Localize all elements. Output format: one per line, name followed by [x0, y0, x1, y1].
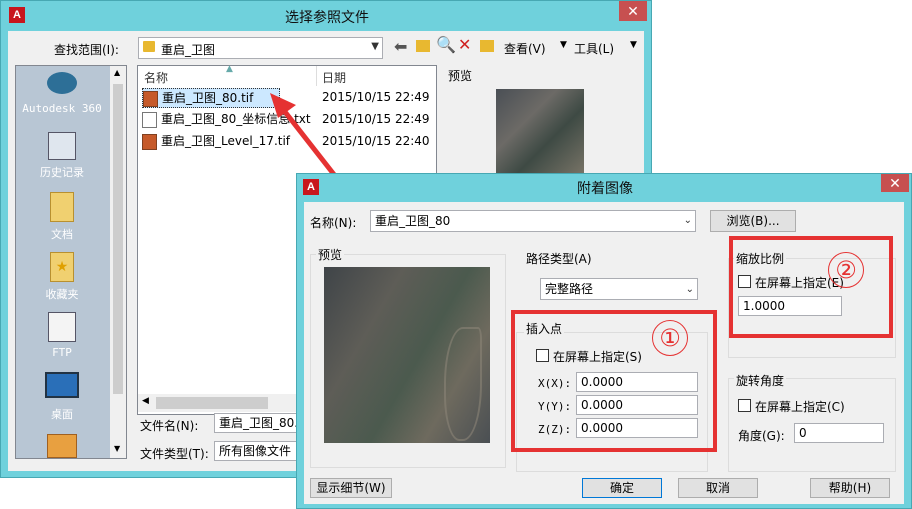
- dialog-title: 附着图像: [577, 181, 633, 197]
- name-label: 名称(N):: [310, 216, 357, 230]
- path-type-label: 路径类型(A): [526, 252, 592, 266]
- name-value: 重启_卫图_80: [375, 214, 451, 228]
- chevron-down-icon: ⌄: [683, 215, 692, 226]
- checkbox-icon: [738, 399, 751, 412]
- arrow-head: [270, 93, 296, 118]
- preview-label: 预览: [316, 246, 345, 263]
- help-button[interactable]: 帮助(H): [810, 478, 890, 498]
- chevron-down-icon: ⌄: [685, 284, 694, 295]
- path-type-select[interactable]: 完整路径 ⌄: [540, 278, 698, 300]
- highlight-box-scale: [729, 236, 893, 338]
- rotation-onscreen-checkbox[interactable]: 在屏幕上指定(C): [738, 398, 845, 415]
- close-button[interactable]: ✕: [881, 174, 909, 192]
- show-details-button[interactable]: 显示细节(W): [310, 478, 392, 498]
- cancel-button[interactable]: 取消: [678, 478, 758, 498]
- ok-button[interactable]: 确定: [582, 478, 662, 498]
- marker-1: ①: [652, 320, 688, 356]
- path-type-value: 完整路径: [545, 282, 594, 296]
- river-shape: [444, 327, 482, 441]
- browse-button[interactable]: 浏览(B)...: [710, 210, 796, 232]
- angle-label: 角度(G):: [738, 429, 785, 443]
- marker-2: ②: [828, 252, 864, 288]
- angle-input[interactable]: 0: [794, 423, 884, 443]
- rotation-label: 旋转角度: [734, 372, 787, 389]
- name-select[interactable]: 重启_卫图_80 ⌄: [370, 210, 696, 232]
- image-preview: [324, 267, 490, 443]
- checkbox-label: 在屏幕上指定(C): [755, 400, 845, 414]
